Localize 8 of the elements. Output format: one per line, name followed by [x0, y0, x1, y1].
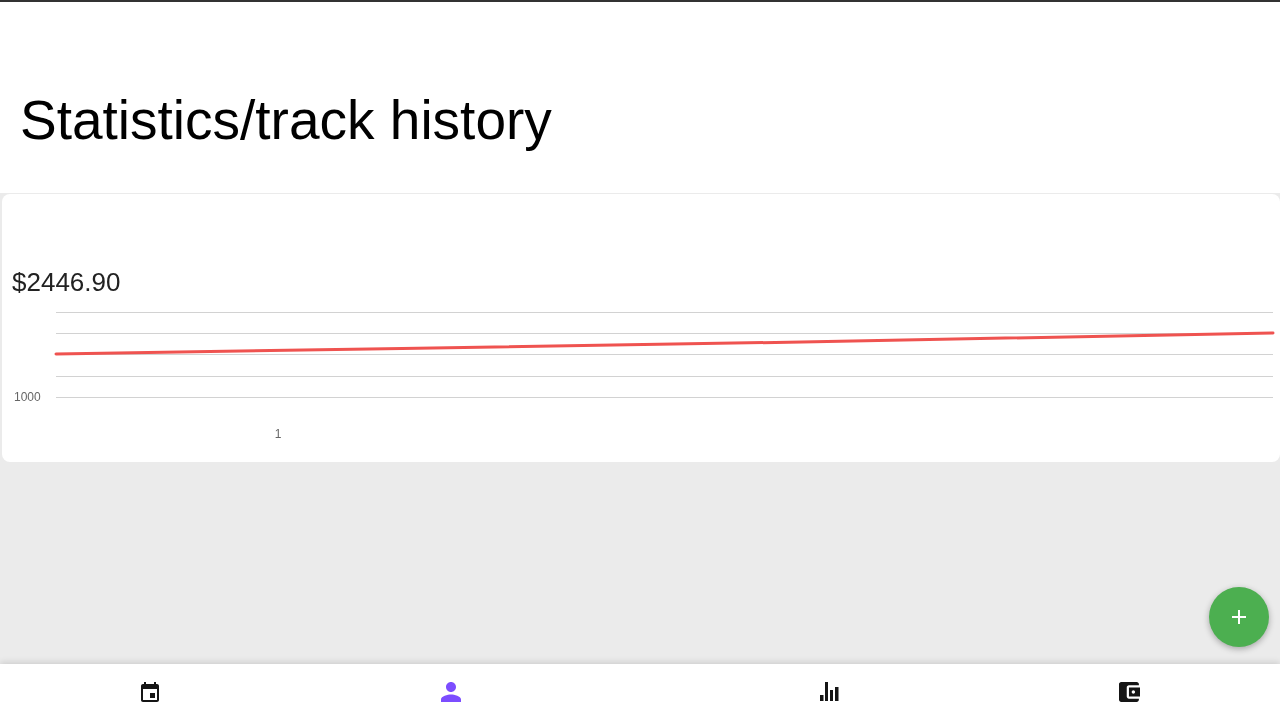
person-icon	[440, 681, 461, 702]
axis-tick-label: 1000	[14, 390, 41, 404]
axis-tick-label: 1	[274, 427, 282, 441]
wallet-icon	[1119, 681, 1141, 702]
plus-icon	[1232, 610, 1246, 624]
balance-amount: $2446.90	[12, 269, 121, 295]
bar-chart-icon	[819, 682, 839, 701]
calendar-icon	[141, 681, 160, 702]
